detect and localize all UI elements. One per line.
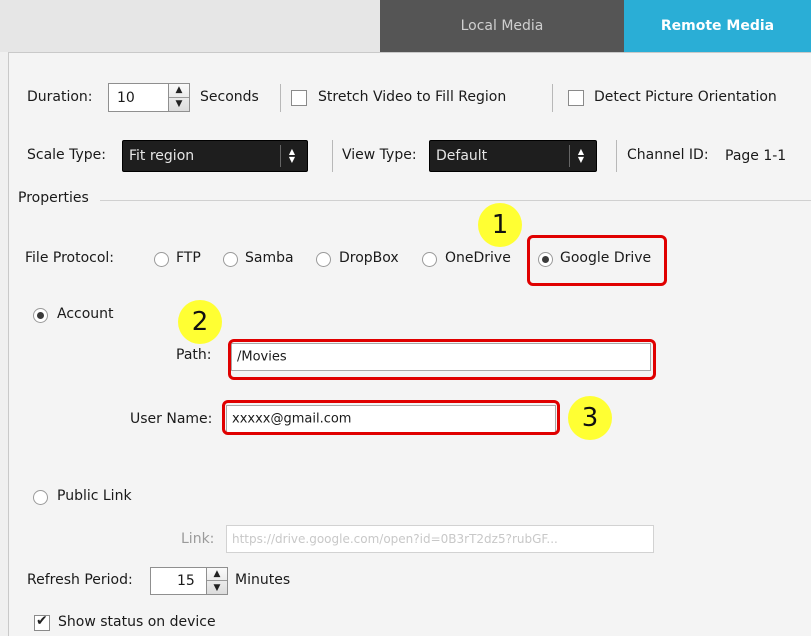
tab-local-media[interactable]: Local Media	[380, 0, 624, 52]
duration-increment-button[interactable]: ▲	[169, 84, 189, 98]
stretch-video-checkbox[interactable]	[291, 90, 307, 106]
view-type-select[interactable]: Default ▲ ▼	[429, 140, 597, 172]
username-label: User Name:	[130, 411, 213, 427]
radio-onedrive-label: OneDrive	[445, 250, 511, 266]
separator	[552, 84, 553, 112]
show-status-label: Show status on device	[58, 614, 216, 630]
radio-samba[interactable]	[223, 252, 238, 267]
radio-ftp[interactable]	[154, 252, 169, 267]
step-badge-3: 3	[568, 396, 612, 440]
radio-public-link-label: Public Link	[57, 488, 132, 504]
view-type-value: Default	[436, 148, 488, 164]
link-label: Link:	[181, 531, 215, 547]
refresh-period-value: 15	[177, 573, 195, 589]
show-status-checkbox[interactable]	[34, 613, 50, 631]
radio-public-link[interactable]	[33, 490, 48, 505]
radio-onedrive[interactable]	[422, 252, 437, 267]
minutes-label: Minutes	[235, 572, 291, 588]
view-type-label: View Type:	[342, 147, 417, 163]
radio-samba-label: Samba	[245, 250, 294, 266]
duration-label: Duration:	[27, 89, 93, 105]
updown-arrows-icon: ▲ ▼	[280, 145, 303, 167]
refresh-increment-button[interactable]: ▲	[207, 568, 227, 581]
stretch-video-label: Stretch Video to Fill Region	[318, 89, 507, 105]
properties-divider	[100, 200, 811, 201]
path-label: Path:	[176, 347, 212, 363]
duration-decrement-button[interactable]: ▼	[169, 98, 189, 112]
tab-bar: Local Media Remote Media	[0, 0, 811, 52]
duration-value: 10	[117, 89, 135, 106]
scale-type-value: Fit region	[129, 148, 195, 164]
highlight-username	[222, 400, 560, 435]
highlight-path	[228, 339, 656, 380]
refresh-decrement-button[interactable]: ▼	[207, 581, 227, 594]
tab-remote-media[interactable]: Remote Media	[624, 0, 811, 52]
radio-account-label: Account	[57, 306, 114, 322]
properties-heading: Properties	[18, 190, 89, 206]
separator	[332, 140, 333, 172]
refresh-period-label: Refresh Period:	[27, 572, 133, 588]
separator	[280, 84, 281, 112]
radio-account[interactable]	[33, 308, 48, 323]
seconds-label: Seconds	[200, 89, 259, 105]
radio-ftp-label: FTP	[176, 250, 201, 266]
scale-type-label: Scale Type:	[27, 147, 106, 163]
file-protocol-label: File Protocol:	[25, 250, 115, 266]
link-input[interactable]: https://drive.google.com/open?id=0B3rT2d…	[226, 525, 654, 553]
updown-arrows-icon: ▲ ▼	[569, 145, 592, 167]
step-badge-2: 2	[178, 300, 222, 344]
channel-id-label: Channel ID:	[627, 147, 709, 163]
separator	[616, 140, 617, 172]
highlight-google-drive	[527, 235, 667, 286]
radio-dropbox[interactable]	[316, 252, 331, 267]
detect-orientation-label: Detect Picture Orientation	[594, 89, 777, 105]
radio-dropbox-label: DropBox	[339, 250, 399, 266]
link-value: https://drive.google.com/open?id=0B3rT2d…	[232, 532, 558, 546]
duration-stepper[interactable]: 10 ▲ ▼	[108, 83, 190, 112]
scale-type-select[interactable]: Fit region ▲ ▼	[122, 140, 308, 172]
channel-id-value: Page 1-1	[725, 148, 787, 164]
step-badge-1: 1	[478, 203, 522, 247]
detect-orientation-checkbox[interactable]	[568, 90, 584, 106]
refresh-period-stepper[interactable]: 15 ▲ ▼	[150, 567, 228, 595]
